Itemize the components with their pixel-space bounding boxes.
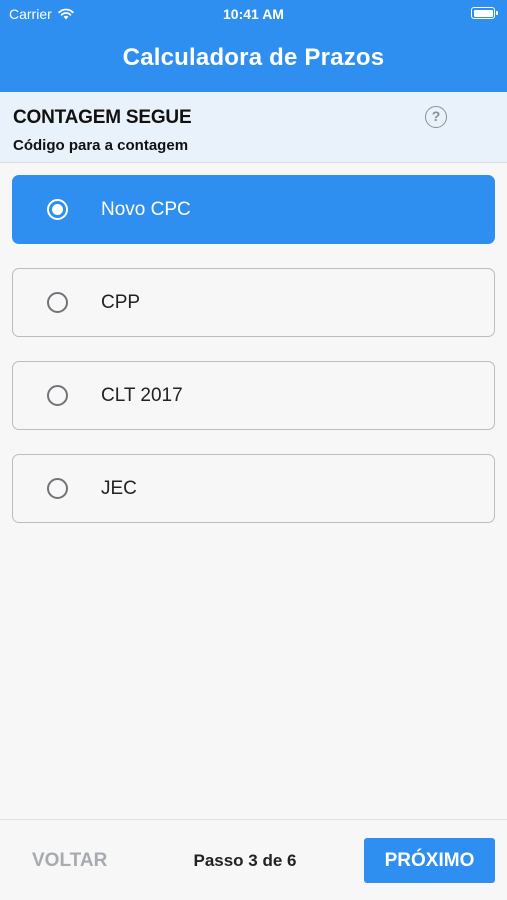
option-label: CPP: [101, 292, 141, 313]
page-title: Calculadora de Prazos: [122, 44, 385, 71]
help-icon[interactable]: ?: [425, 106, 447, 128]
radio-icon[interactable]: [47, 292, 68, 313]
radio-selected-icon[interactable]: [47, 199, 68, 220]
battery-icon: [471, 7, 498, 19]
option-label: Novo CPC: [101, 199, 191, 220]
option-cpp[interactable]: CPP: [12, 268, 495, 337]
section-title: CONTAGEM SEGUE: [13, 107, 192, 128]
radio-icon[interactable]: [47, 385, 68, 406]
section-subtitle: Código para a contagem: [13, 137, 189, 154]
option-jec[interactable]: JEC: [12, 454, 495, 523]
app-header: Carrier 10:41 AM Calculadora de Prazos: [0, 0, 507, 92]
status-bar: Carrier 10:41 AM: [0, 0, 507, 28]
status-time: 10:41 AM: [223, 6, 284, 22]
option-novo-cpc[interactable]: Novo CPC: [12, 175, 495, 244]
radio-icon[interactable]: [47, 478, 68, 499]
next-button[interactable]: PRÓXIMO: [364, 838, 495, 883]
option-clt-2017[interactable]: CLT 2017: [12, 361, 495, 430]
option-label: JEC: [101, 478, 137, 499]
option-label: CLT 2017: [101, 385, 183, 406]
